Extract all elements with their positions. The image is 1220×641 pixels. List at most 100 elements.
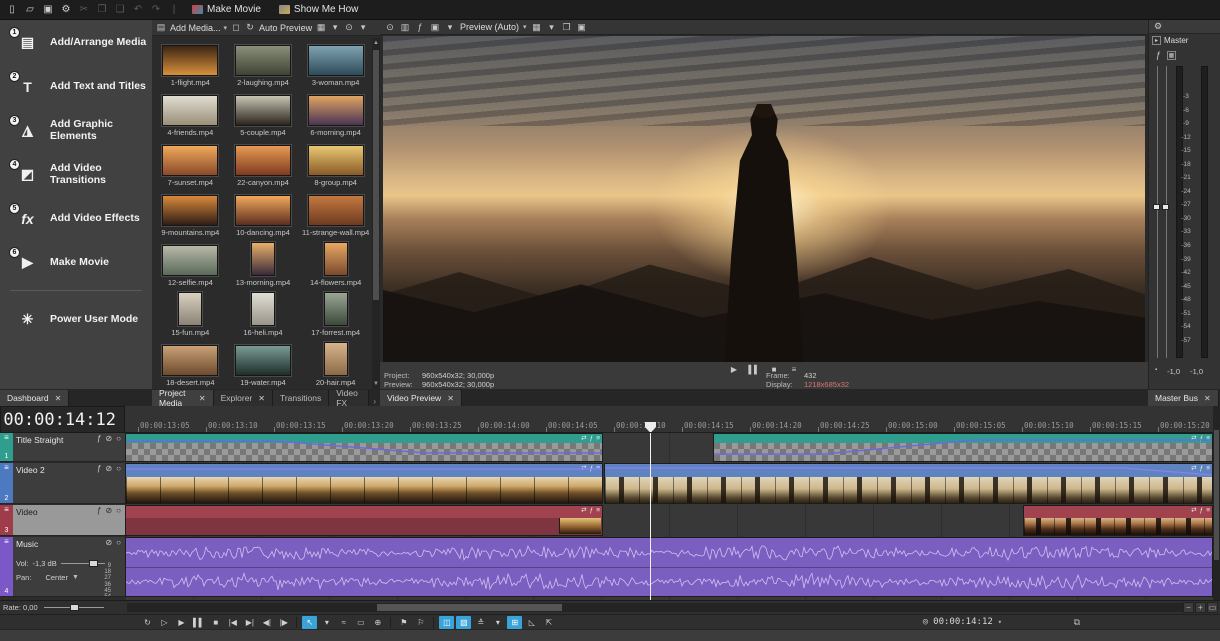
media-item[interactable]: 13-morning.mp4: [227, 238, 300, 287]
clip-buttons[interactable]: ⇄ƒ≡: [581, 506, 600, 515]
timeline-hscrollbar[interactable]: [127, 603, 1183, 612]
media-item[interactable]: 7-sunset.mp4: [154, 138, 227, 187]
solo-icon[interactable]: ○: [116, 434, 121, 443]
quantize-frames-button[interactable]: ⊞: [507, 616, 522, 629]
go-to-start-button[interactable]: |◀: [225, 616, 240, 629]
volume-fader-right[interactable]: [1162, 204, 1169, 210]
copy-icon[interactable]: ❐: [94, 2, 110, 18]
track-menu-icon[interactable]: ≡: [4, 538, 9, 545]
media-item[interactable]: 20-hair.mp4: [299, 338, 372, 387]
preview-quality-dropdown[interactable]: Preview (Auto): [460, 22, 519, 32]
track-menu-icon[interactable]: ≡: [4, 464, 9, 471]
music-waveform[interactable]: [126, 538, 1213, 596]
split-screen-icon[interactable]: ▥: [399, 21, 411, 33]
master-insert-fx-icon[interactable]: ▦: [1167, 51, 1176, 60]
media-item[interactable]: 15-fun.mp4: [154, 288, 227, 337]
auto-preview-label[interactable]: Auto Preview: [259, 23, 312, 33]
media-item[interactable]: 5-couple.mp4: [227, 88, 300, 137]
track-color-strip[interactable]: ≡4: [0, 537, 13, 596]
media-item[interactable]: 1-flight.mp4: [154, 38, 227, 87]
views-icon[interactable]: ▦: [315, 22, 327, 34]
cut-icon[interactable]: ✂: [76, 2, 92, 18]
playhead-line[interactable]: [650, 433, 651, 600]
dashboard-item-add-video-effects[interactable]: fx5Add Video Effects: [0, 196, 152, 240]
undo-icon[interactable]: ↶: [130, 2, 146, 18]
zoom-out-button[interactable]: −: [1183, 602, 1194, 613]
video2-clip[interactable]: ⇄ƒ≡: [604, 463, 1213, 504]
mute-icon[interactable]: ⊘: [105, 464, 112, 473]
tab-project-media[interactable]: Project Media✕: [152, 390, 214, 406]
volume-knob[interactable]: [89, 560, 98, 567]
previous-frame-button[interactable]: ◀|: [259, 616, 274, 629]
show-me-how-button[interactable]: Show Me How: [271, 1, 366, 19]
scroll-up-icon[interactable]: ▲: [372, 38, 380, 48]
expand-edit-button[interactable]: ⇱: [541, 616, 556, 629]
timeline-hscroll-thumb[interactable]: [377, 604, 562, 611]
start-preview-icon[interactable]: ◻: [230, 22, 242, 34]
media-item[interactable]: 2-laughing.mp4: [227, 38, 300, 87]
pan-caret-icon[interactable]: ▼: [72, 574, 79, 581]
media-item[interactable]: 6-morning.mp4: [299, 88, 372, 137]
cursor-time-display[interactable]: ◎ 00:00:14:12 ▾: [923, 617, 1002, 627]
dashboard-item-add-text-and-titles[interactable]: T2Add Text and Titles: [0, 64, 152, 108]
master-properties-icon[interactable]: ⚙: [1152, 21, 1164, 33]
timeline-vscrollbar[interactable]: [1213, 406, 1220, 600]
tab-master-bus[interactable]: Master Bus✕: [1148, 390, 1219, 406]
overlay-icon[interactable]: ▣: [429, 21, 441, 33]
insert-marker-button[interactable]: ⚑: [396, 616, 411, 629]
properties-icon[interactable]: ⚙: [58, 2, 74, 18]
automation-icon[interactable]: ƒ: [97, 464, 101, 473]
pause-button[interactable]: ▌▌: [191, 616, 206, 629]
auto-ripple-button[interactable]: ◫: [439, 616, 454, 629]
tab-video-preview[interactable]: Video Preview✕: [380, 390, 462, 406]
scroll-down-icon[interactable]: ▼: [372, 379, 380, 389]
volume-slider[interactable]: [61, 563, 105, 564]
media-scroll-thumb[interactable]: [373, 50, 379, 300]
play-icon[interactable]: ▶: [728, 363, 740, 375]
track-color-strip[interactable]: ≡2: [0, 463, 13, 503]
video-clip[interactable]: ⇄ƒ≡: [125, 505, 603, 536]
tab-close-icon[interactable]: ✕: [199, 394, 206, 403]
clip-button-icon[interactable]: ⇄: [1191, 506, 1196, 515]
zoom-tool-button[interactable]: ⊕: [370, 616, 385, 629]
more-caret-icon[interactable]: ▾: [357, 22, 369, 34]
tab-overflow-icon[interactable]: ›: [369, 397, 380, 406]
envelope-tool-button[interactable]: ≈: [336, 616, 351, 629]
timeline-ruler[interactable]: 00:00:13:0500:00:13:1000:00:13:1500:00:1…: [125, 406, 1213, 433]
dashboard-item-add-arrange-media[interactable]: ▤1Add/Arrange Media: [0, 20, 152, 64]
save-project-icon[interactable]: ▣: [40, 2, 56, 18]
media-item[interactable]: 14-flowers.mp4: [299, 238, 372, 287]
go-to-end-button[interactable]: ▶|: [242, 616, 257, 629]
clip-button-icon[interactable]: ≡: [1206, 506, 1210, 515]
stop-button[interactable]: ■: [208, 616, 223, 629]
video2-clip[interactable]: ⇄ƒ≡: [125, 463, 603, 504]
snapping-caret[interactable]: ▾: [490, 616, 505, 629]
open-project-icon[interactable]: ▱: [22, 2, 38, 18]
power-user-mode-button[interactable]: ✳Power User Mode: [0, 297, 152, 341]
automation-icon[interactable]: ƒ: [97, 506, 101, 515]
zoom-in-button[interactable]: +: [1195, 602, 1206, 613]
track-color-strip[interactable]: ≡1: [0, 433, 13, 461]
automation-icon[interactable]: ƒ: [97, 434, 101, 443]
lock-envelopes-button[interactable]: ▧: [456, 616, 471, 629]
media-item[interactable]: 12-selfie.mp4: [154, 238, 227, 287]
make-movie-button[interactable]: Make Movie: [184, 1, 269, 19]
envelope-line[interactable]: [126, 464, 603, 477]
dashboard-item-add-graphic-elements[interactable]: ◮3Add Graphic Elements: [0, 108, 152, 152]
play-from-start-button[interactable]: ▷: [157, 616, 172, 629]
save-frame-icon[interactable]: ▣: [576, 21, 588, 33]
media-item[interactable]: 19-water.mp4: [227, 338, 300, 387]
pause-icon[interactable]: ▌▌: [748, 363, 760, 375]
project-properties-icon[interactable]: ⊙: [384, 21, 396, 33]
solo-icon[interactable]: ○: [116, 464, 121, 473]
video-clip[interactable]: ⇄ƒ≡: [1023, 505, 1213, 536]
playhead-marker[interactable]: [645, 422, 656, 433]
solo-icon[interactable]: ○: [116, 538, 121, 547]
tab-close-icon[interactable]: ✕: [55, 394, 62, 403]
media-item[interactable]: 9-mountains.mp4: [154, 188, 227, 237]
media-item[interactable]: 18-desert.mp4: [154, 338, 227, 387]
video-fx-icon[interactable]: ƒ: [414, 21, 426, 33]
overlay-caret-icon[interactable]: ▾: [444, 21, 456, 33]
normal-edit-tool-button[interactable]: ↖: [302, 616, 317, 629]
rate-slider-knob[interactable]: [70, 604, 79, 611]
